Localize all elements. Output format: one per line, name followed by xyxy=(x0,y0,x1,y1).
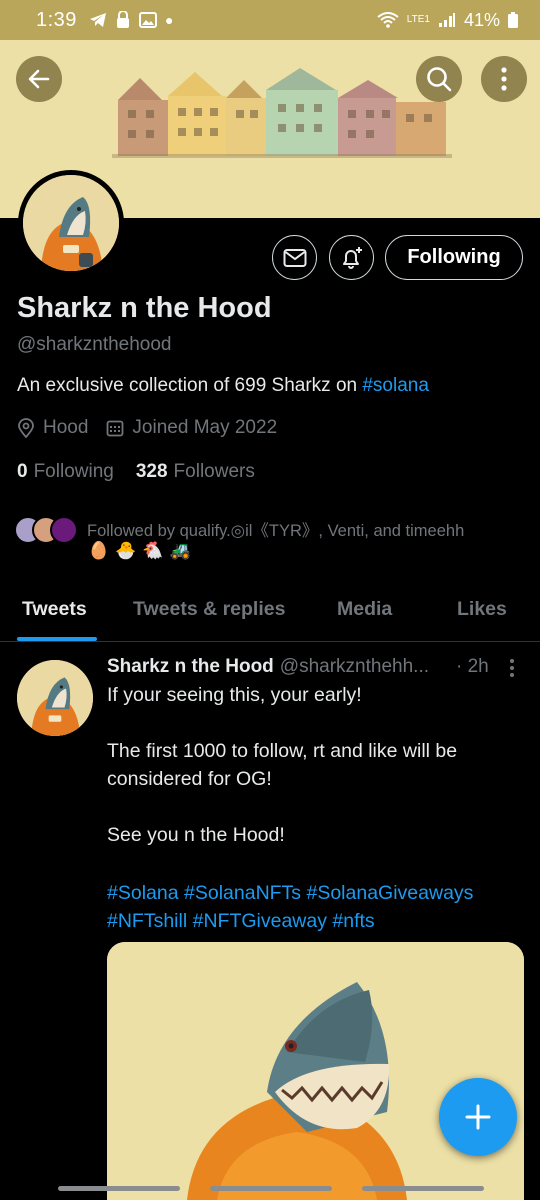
more-vertical-icon xyxy=(510,659,514,677)
hashtag-link[interactable]: #nfts xyxy=(332,910,374,932)
telegram-icon xyxy=(89,13,106,27)
notifications-button[interactable] xyxy=(329,235,374,280)
bio-hashtag-link[interactable]: #solana xyxy=(362,375,429,396)
active-tab-indicator xyxy=(17,637,97,641)
profile-tabs: Tweets Tweets & replies Media Likes xyxy=(0,586,540,642)
tweet-text-line: If your seeing this, your early! xyxy=(107,684,362,706)
tweet-media-image[interactable] xyxy=(107,942,524,1200)
bell-plus-icon xyxy=(342,246,362,269)
tweet-author-name[interactable]: Sharkz n the Hood xyxy=(107,656,274,678)
network-label: LTE1 xyxy=(406,14,430,25)
following-button[interactable]: Following xyxy=(385,235,523,280)
shark-avatar-image xyxy=(17,660,93,736)
hashtag-link[interactable]: #SolanaGiveaways xyxy=(306,882,473,904)
nav-gesture-bar xyxy=(58,1186,180,1191)
profile-joined-date: Joined May 2022 xyxy=(132,417,278,438)
hashtag-link[interactable]: #Solana xyxy=(107,882,179,904)
battery-icon xyxy=(508,12,518,28)
back-button[interactable] xyxy=(16,56,62,102)
followed-by-text[interactable]: Followed by qualify.◎il《TYR》, Venti, and… xyxy=(87,517,527,541)
profile-handle: @sharkznthehood xyxy=(17,334,172,355)
egg-emoji: 🥚 xyxy=(88,541,110,560)
followed-by-avatars[interactable] xyxy=(14,516,78,544)
tweet-more-button[interactable] xyxy=(508,658,516,684)
follower-avatar xyxy=(50,516,78,544)
tweet-header: Sharkz n the Hood @sharkznthehh... · 2h xyxy=(107,656,525,678)
notification-icons: ● xyxy=(89,11,173,29)
nav-gesture-bar xyxy=(210,1186,332,1191)
wifi-icon xyxy=(377,12,399,28)
tweet-text-line: considered for OG! xyxy=(107,768,272,790)
profile-bio: An exclusive collection of 699 Sharkz on… xyxy=(17,375,429,397)
tweet-author-avatar[interactable] xyxy=(17,660,93,736)
dot-icon: ● xyxy=(164,12,174,28)
status-time: 1:39 xyxy=(36,8,77,31)
profile-location: Hood xyxy=(43,417,89,438)
more-vertical-icon xyxy=(501,67,507,91)
location-pin-icon xyxy=(18,418,34,438)
hashtag-link[interactable]: #NFTshill xyxy=(107,910,187,932)
profile-meta: Hood Joined May 2022 xyxy=(17,417,295,439)
envelope-icon xyxy=(283,248,306,267)
shark-hoodie-illustration xyxy=(107,942,524,1200)
followers-count-link[interactable]: 328 Followers xyxy=(136,461,255,483)
signal-icon xyxy=(438,13,455,27)
plus-icon xyxy=(465,1104,491,1130)
message-button[interactable] xyxy=(272,235,317,280)
tweet-timestamp[interactable]: · 2h xyxy=(456,656,489,678)
tractor-emoji: 🚜 xyxy=(169,541,191,560)
profile-avatar[interactable] xyxy=(18,170,124,276)
tab-tweets-replies[interactable]: Tweets & replies xyxy=(133,598,285,621)
bio-text: An exclusive collection of 699 Sharkz on xyxy=(17,375,363,396)
gallery-icon xyxy=(138,12,157,28)
compose-tweet-button[interactable] xyxy=(439,1078,517,1156)
tab-media[interactable]: Media xyxy=(337,598,392,621)
shark-avatar-image xyxy=(23,175,119,271)
hatching-chick-emoji: 🐣 xyxy=(115,541,137,560)
tab-likes[interactable]: Likes xyxy=(457,598,507,621)
calendar-icon xyxy=(107,420,124,437)
more-options-button[interactable] xyxy=(481,56,527,102)
following-count-link[interactable]: 0 Following xyxy=(17,461,114,483)
battery-percent: 41% xyxy=(463,9,500,30)
tweet-text-line: The first 1000 to follow, rt and like wi… xyxy=(107,740,458,762)
lock-icon xyxy=(116,11,129,28)
search-button[interactable] xyxy=(416,56,462,102)
tweet-hashtags: #Solana #SolanaNFTs #SolanaGiveaways #NF… xyxy=(107,879,527,935)
chicken-emoji: 🐔 xyxy=(142,541,164,560)
tweet-author-handle[interactable]: @sharkznthehh... xyxy=(280,656,429,678)
status-bar: 1:39 ● LTE1 41% xyxy=(0,0,540,40)
arrow-left-icon xyxy=(28,69,50,89)
search-icon xyxy=(427,67,452,92)
follow-counts: 0 Following 328 Followers xyxy=(17,461,277,483)
profile-name: Sharkz n the Hood xyxy=(17,292,272,324)
hashtag-link[interactable]: #NFTGiveaway xyxy=(193,910,327,932)
hashtag-link[interactable]: #SolanaNFTs xyxy=(184,882,301,904)
tab-tweets[interactable]: Tweets xyxy=(22,598,87,621)
followed-by-emojis: 🥚 🐣 🐔 🚜 xyxy=(88,541,191,561)
nav-gesture-bar xyxy=(362,1186,484,1191)
status-right: LTE1 41% xyxy=(377,10,518,31)
tweet-text-line: See you n the Hood! xyxy=(107,824,285,846)
